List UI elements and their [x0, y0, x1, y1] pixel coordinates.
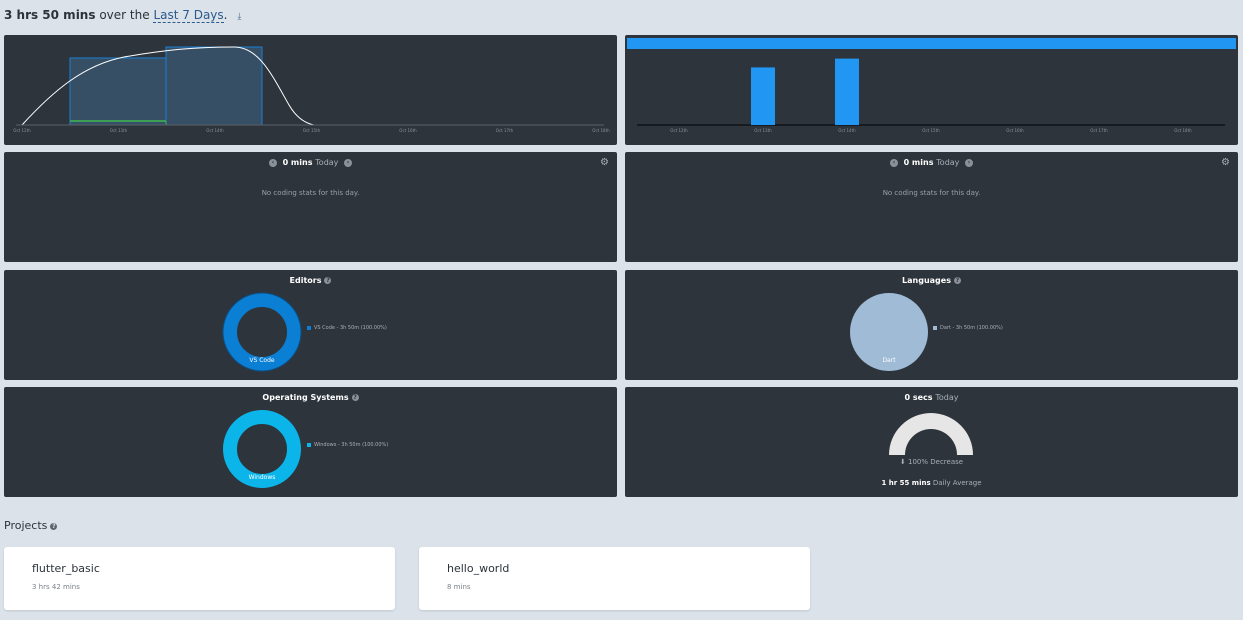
- today-panel-right: ‹ 0 mins Today › ⚙ No coding stats for t…: [625, 152, 1238, 262]
- legend-text: Windows - 3h 50m (100.00%): [314, 442, 389, 448]
- os-panel: Operating Systems? Windows Windows - 3h …: [4, 387, 617, 497]
- x-tick-label: Oct 14th: [206, 128, 224, 133]
- total-time: 3 hrs 50 mins: [4, 8, 96, 22]
- project-time: 3 hrs 42 mins: [32, 583, 80, 591]
- legend-text: Dart - 3h 50m (100.00%): [940, 325, 1003, 331]
- period: .: [223, 8, 228, 22]
- help-icon[interactable]: ?: [351, 394, 359, 401]
- today-title: ‹ 0 mins Today ›: [625, 158, 1238, 167]
- today-panel-left: ‹ 0 mins Today › ⚙ No coding stats for t…: [4, 152, 617, 262]
- x-axis-labels: Oct 12th Oct 13th Oct 14th Oct 15th Oct 16th…: [670, 128, 1192, 133]
- chevron-right-icon[interactable]: ›: [343, 158, 352, 167]
- languages-legend[interactable]: Dart - 3h 50m (100.00%): [933, 325, 1003, 331]
- os-title: Operating Systems?: [4, 393, 617, 402]
- project-card[interactable]: hello_world 8 mins: [419, 547, 810, 610]
- x-tick-label: Oct 14th: [838, 128, 856, 133]
- x-tick-label: Oct 18th: [592, 128, 610, 133]
- decrease-row: ⬇ 100% Decrease: [625, 458, 1238, 466]
- chevron-left-icon[interactable]: ‹: [890, 158, 898, 167]
- daily-average-row: 1 hr 55 mins Daily Average: [625, 479, 1238, 487]
- gauge-label: Today: [935, 393, 959, 402]
- editors-panel: Editors? VS Code VS Code - 3h 50m (100.0…: [4, 270, 617, 380]
- x-tick-label: Oct 16th: [1006, 128, 1024, 133]
- editors-center-label: VS Code: [249, 357, 274, 364]
- project-time: 8 mins: [447, 583, 471, 591]
- decrease-text: 100% Decrease: [908, 458, 964, 466]
- bars: [751, 58, 859, 125]
- languages-panel: Languages? Dart Dart - 3h 50m (100.00%): [625, 270, 1238, 380]
- daily-average-label: Daily Average: [932, 479, 982, 487]
- daily-bar-chart: Oct 12th Oct 13th Oct 14th Oct 15th Oct 16th…: [627, 38, 1236, 133]
- os-center-label: Windows: [249, 474, 276, 481]
- project-name[interactable]: hello_world: [447, 562, 509, 575]
- over-text: over the: [99, 8, 150, 22]
- help-icon[interactable]: ?: [953, 277, 961, 284]
- os-legend[interactable]: Windows - 3h 50m (100.00%): [307, 442, 388, 448]
- today-label: Today: [315, 158, 339, 167]
- x-tick-label: Oct 13th: [754, 128, 772, 133]
- bar-oct13[interactable]: [69, 57, 167, 126]
- os-ring[interactable]: [223, 410, 301, 488]
- legend-swatch: [307, 325, 311, 330]
- project-card[interactable]: flutter_basic 3 hrs 42 mins: [4, 547, 395, 610]
- x-tick-label: Oct 15th: [303, 128, 321, 133]
- gauge-arc: [889, 413, 973, 455]
- languages-pie: Dart: [850, 293, 928, 371]
- today-value: 0 mins: [282, 158, 313, 167]
- gear-icon[interactable]: ⚙: [1221, 157, 1230, 168]
- activity-chart-panel: Oct 12th Oct 13th Oct 14th Oct 15th Oct 16th…: [4, 35, 617, 145]
- languages-title-text: Languages: [902, 276, 951, 285]
- editors-legend[interactable]: VS Code - 3h 50m (100.00%): [307, 325, 387, 331]
- languages-title: Languages?: [625, 276, 1238, 285]
- daily-average-value: 1 hr 55 mins: [881, 479, 931, 487]
- daily-bar[interactable]: [835, 58, 859, 125]
- gear-icon[interactable]: ⚙: [600, 157, 609, 168]
- x-tick-label: Oct 12th: [670, 128, 688, 133]
- editors-title-text: Editors: [289, 276, 322, 285]
- x-tick-label: Oct 18th: [1174, 128, 1192, 133]
- projects-title: Projects?: [4, 519, 58, 532]
- legend-swatch: [933, 325, 937, 330]
- daily-bar[interactable]: [751, 67, 775, 125]
- x-tick-label: Oct 15th: [922, 128, 940, 133]
- activity-chart: Oct 12th Oct 13th Oct 14th Oct 15th Oct 16th…: [13, 46, 610, 133]
- bar-oct14[interactable]: [165, 46, 263, 126]
- languages-center-label: Dart: [882, 357, 896, 364]
- gauge-panel: 0 secs Today ⬇ 100% Decrease 1 hr 55 min…: [625, 387, 1238, 497]
- today-label: Today: [936, 158, 960, 167]
- editors-title: Editors?: [4, 276, 617, 285]
- chevron-right-icon[interactable]: ›: [964, 158, 973, 167]
- range-link[interactable]: Last 7 Days: [153, 8, 224, 23]
- os-title-text: Operating Systems: [262, 393, 349, 402]
- editors-ring[interactable]: [223, 293, 301, 371]
- x-tick-label: Oct 13th: [110, 128, 128, 133]
- legend-text: VS Code - 3h 50m (100.00%): [314, 325, 387, 331]
- chevron-left-icon[interactable]: ‹: [269, 158, 277, 167]
- summary-header: 3 hrs 50 mins over the Last 7 Days. ⤓: [4, 8, 241, 23]
- x-tick-label: Oct 17th: [496, 128, 514, 133]
- help-icon[interactable]: ?: [324, 277, 332, 284]
- gauge-title: 0 secs Today: [625, 393, 1238, 402]
- top-band: [627, 38, 1236, 49]
- x-tick-label: Oct 12th: [13, 128, 31, 133]
- projects-title-text: Projects: [4, 519, 48, 532]
- gauge-value: 0 secs: [904, 393, 933, 402]
- empty-message: No coding stats for this day.: [261, 189, 360, 197]
- arrow-down-icon: ⬇: [899, 458, 906, 466]
- project-name[interactable]: flutter_basic: [32, 562, 100, 575]
- daily-bar-chart-panel: Oct 12th Oct 13th Oct 14th Oct 15th Oct 16th…: [625, 35, 1238, 145]
- x-tick-label: Oct 16th: [399, 128, 417, 133]
- today-title: ‹ 0 mins Today ›: [4, 158, 617, 167]
- download-icon[interactable]: ⤓: [237, 12, 241, 22]
- legend-swatch: [307, 442, 311, 447]
- x-axis-labels: Oct 12th Oct 13th Oct 14th Oct 15th Oct 16th…: [13, 128, 610, 133]
- help-icon[interactable]: ?: [50, 522, 58, 530]
- empty-message: No coding stats for this day.: [882, 189, 981, 197]
- x-tick-label: Oct 17th: [1090, 128, 1108, 133]
- today-value: 0 mins: [903, 158, 934, 167]
